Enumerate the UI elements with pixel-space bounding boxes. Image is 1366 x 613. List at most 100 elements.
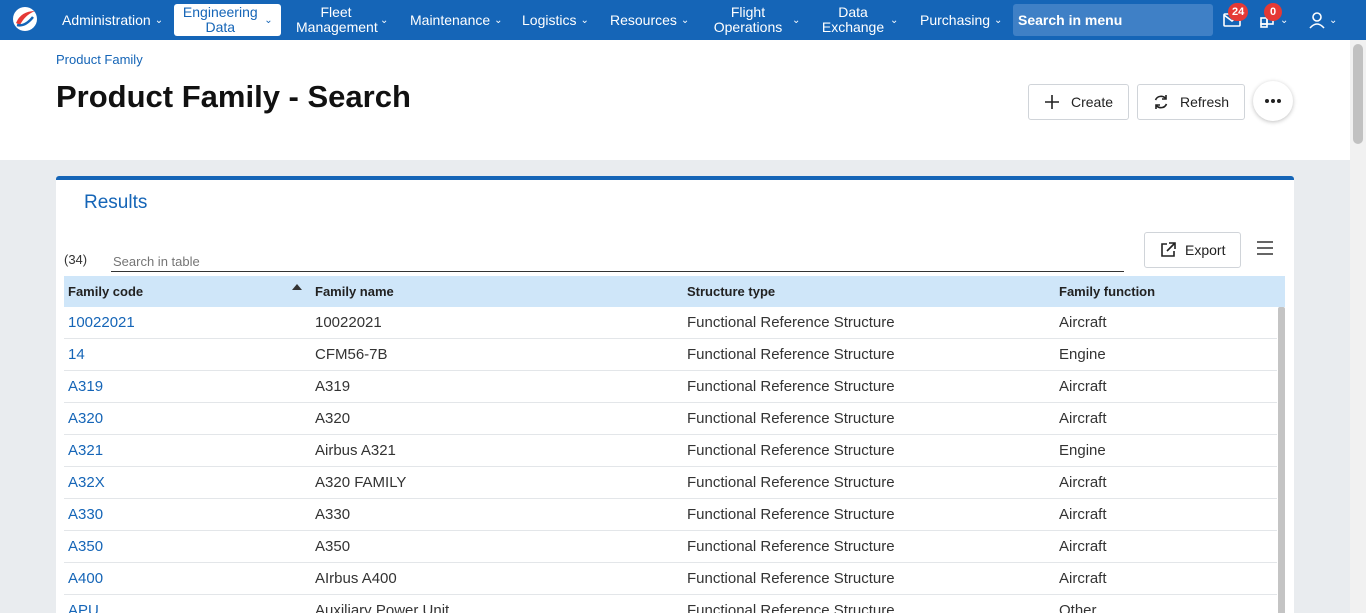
table-header: Family code Family name Structure type F… — [64, 276, 1285, 307]
table-search-input[interactable] — [111, 252, 1124, 272]
table-row[interactable]: A330 A330 Functional Reference Structure… — [64, 499, 1277, 531]
family-code-link[interactable]: A320 — [68, 403, 103, 434]
nav-administration[interactable]: Administration ⌄ — [62, 0, 163, 40]
chevron-down-icon: ⌄ — [154, 14, 164, 26]
family-name-cell: A320 — [315, 410, 351, 427]
nav-fleet-management[interactable]: Fleet Management ⌄ — [296, 0, 388, 40]
structure-type-cell: Functional Reference Structure — [687, 538, 895, 555]
family-code-link[interactable]: A330 — [68, 499, 103, 530]
family-code-link[interactable]: A321 — [68, 435, 103, 466]
family-code-link[interactable]: A400 — [68, 563, 103, 594]
nav-purchasing[interactable]: Purchasing ⌄ — [920, 0, 1002, 40]
family-code-link[interactable]: APU — [68, 595, 99, 613]
sort-ascending-icon[interactable] — [292, 284, 302, 290]
table-row[interactable]: APU Auxiliary Power Unit Functional Refe… — [64, 595, 1277, 613]
refresh-button[interactable]: Refresh — [1137, 84, 1245, 120]
family-name-cell: AIrbus A400 — [315, 570, 397, 587]
export-button[interactable]: Export — [1144, 232, 1241, 268]
chevron-down-icon: ⌄ — [792, 14, 801, 26]
chevron-down-icon[interactable]: ⌄ — [1329, 0, 1337, 40]
family-function-cell: Engine — [1059, 442, 1106, 459]
structure-type-cell: Functional Reference Structure — [687, 410, 895, 427]
nav-engineering-data-label: Engineering Data — [182, 4, 258, 35]
family-name-cell: Auxiliary Power Unit — [315, 602, 450, 613]
structure-type-cell: Functional Reference Structure — [687, 474, 895, 491]
nav-engineering-data[interactable]: Engineering Data ⌄ — [174, 4, 281, 36]
table-row[interactable]: A321 Airbus A321 Functional Reference St… — [64, 435, 1277, 467]
chevron-down-icon: ⌄ — [380, 14, 389, 26]
chevron-down-icon[interactable]: ⌄ — [1280, 0, 1288, 40]
table-scrollbar[interactable] — [1278, 307, 1285, 613]
family-name-cell: 10022021 — [315, 314, 382, 331]
table-row[interactable]: 14 CFM56-7B Functional Reference Structu… — [64, 339, 1277, 371]
page-header: Product Family Product Family - Search C… — [0, 40, 1350, 160]
more-icon — [1265, 99, 1281, 103]
mail-count-badge: 24 — [1228, 3, 1249, 21]
column-header-family-name[interactable]: Family name — [315, 276, 394, 307]
table-row[interactable]: A400 AIrbus A400 Functional Reference St… — [64, 563, 1277, 595]
family-name-cell: CFM56-7B — [315, 346, 388, 363]
family-code-link[interactable]: 10022021 — [68, 307, 135, 338]
family-code-link[interactable]: A32X — [68, 467, 105, 498]
structure-type-cell: Functional Reference Structure — [687, 442, 895, 459]
family-function-cell: Aircraft — [1059, 474, 1107, 491]
table-row[interactable]: A320 A320 Functional Reference Structure… — [64, 403, 1277, 435]
nav-flight-operations[interactable]: Flight Operations ⌄ — [708, 0, 801, 40]
family-function-cell: Engine — [1059, 346, 1106, 363]
structure-type-cell: Functional Reference Structure — [687, 570, 895, 587]
nav-maintenance-label: Maintenance — [410, 11, 491, 28]
table-body: 10022021 10022021 Functional Reference S… — [64, 307, 1285, 613]
create-button-label: Create — [1071, 94, 1114, 110]
app-logo-icon[interactable] — [11, 5, 39, 33]
refresh-button-label: Refresh — [1180, 94, 1230, 110]
breadcrumb[interactable]: Product Family — [56, 52, 143, 67]
family-function-cell: Aircraft — [1059, 570, 1107, 587]
menu-search-input[interactable]: Search in menu — [1013, 4, 1213, 36]
create-button[interactable]: Create — [1028, 84, 1129, 120]
nav-purchasing-label: Purchasing — [920, 11, 991, 28]
user-icon[interactable] — [1305, 8, 1329, 32]
page-scrollbar[interactable] — [1350, 40, 1366, 613]
family-function-cell: Aircraft — [1059, 378, 1107, 395]
table-row[interactable]: A319 A319 Functional Reference Structure… — [64, 371, 1277, 403]
nav-maintenance[interactable]: Maintenance ⌄ — [410, 0, 503, 40]
family-function-cell: Aircraft — [1059, 314, 1107, 331]
family-name-cell: A350 — [315, 538, 351, 555]
page-scrollbar-thumb[interactable] — [1353, 44, 1363, 144]
structure-type-cell: Functional Reference Structure — [687, 602, 895, 613]
family-code-link[interactable]: 14 — [68, 339, 85, 370]
more-options-button[interactable] — [1253, 81, 1293, 121]
structure-type-cell: Functional Reference Structure — [687, 378, 895, 395]
chevron-down-icon: ⌄ — [494, 14, 503, 26]
table-row[interactable]: A32X A320 FAMILY Functional Reference St… — [64, 467, 1277, 499]
family-function-cell: Aircraft — [1059, 506, 1107, 523]
refresh-icon — [1152, 93, 1170, 111]
table-row[interactable]: 10022021 10022021 Functional Reference S… — [64, 307, 1277, 339]
table-row[interactable]: A350 A350 Functional Reference Structure… — [64, 531, 1277, 563]
nav-fleet-management-label: Fleet Management — [296, 4, 378, 35]
family-function-cell: Aircraft — [1059, 538, 1107, 555]
family-name-cell: A320 FAMILY — [315, 474, 407, 491]
family-function-cell: Aircraft — [1059, 410, 1107, 427]
nav-logistics[interactable]: Logistics ⌄ — [522, 0, 589, 40]
nav-administration-label: Administration — [62, 11, 151, 28]
structure-type-cell: Functional Reference Structure — [687, 346, 895, 363]
family-code-link[interactable]: A319 — [68, 371, 103, 402]
nav-data-exchange-label: Data Exchange — [821, 4, 885, 35]
chevron-down-icon: ⌄ — [680, 14, 690, 26]
chevron-down-icon: ⌄ — [994, 14, 1003, 26]
nav-resources[interactable]: Resources ⌄ — [610, 0, 689, 40]
chevron-down-icon: ⌄ — [264, 14, 273, 26]
family-function-cell: Other — [1059, 602, 1097, 613]
chevron-down-icon: ⌄ — [580, 14, 589, 26]
column-header-family-function[interactable]: Family function — [1059, 276, 1155, 307]
top-nav-bar: Administration ⌄ Engineering Data ⌄ Fleet … — [0, 0, 1366, 40]
chevron-down-icon: ⌄ — [890, 14, 899, 26]
family-code-link[interactable]: A350 — [68, 531, 103, 562]
nav-data-exchange[interactable]: Data Exchange ⌄ — [820, 0, 899, 40]
export-button-label: Export — [1185, 242, 1226, 258]
column-header-structure-type[interactable]: Structure type — [687, 276, 775, 307]
column-header-family-code[interactable]: Family code — [68, 276, 143, 307]
column-menu-icon[interactable] — [1256, 240, 1274, 256]
family-name-cell: Airbus A321 — [315, 442, 396, 459]
